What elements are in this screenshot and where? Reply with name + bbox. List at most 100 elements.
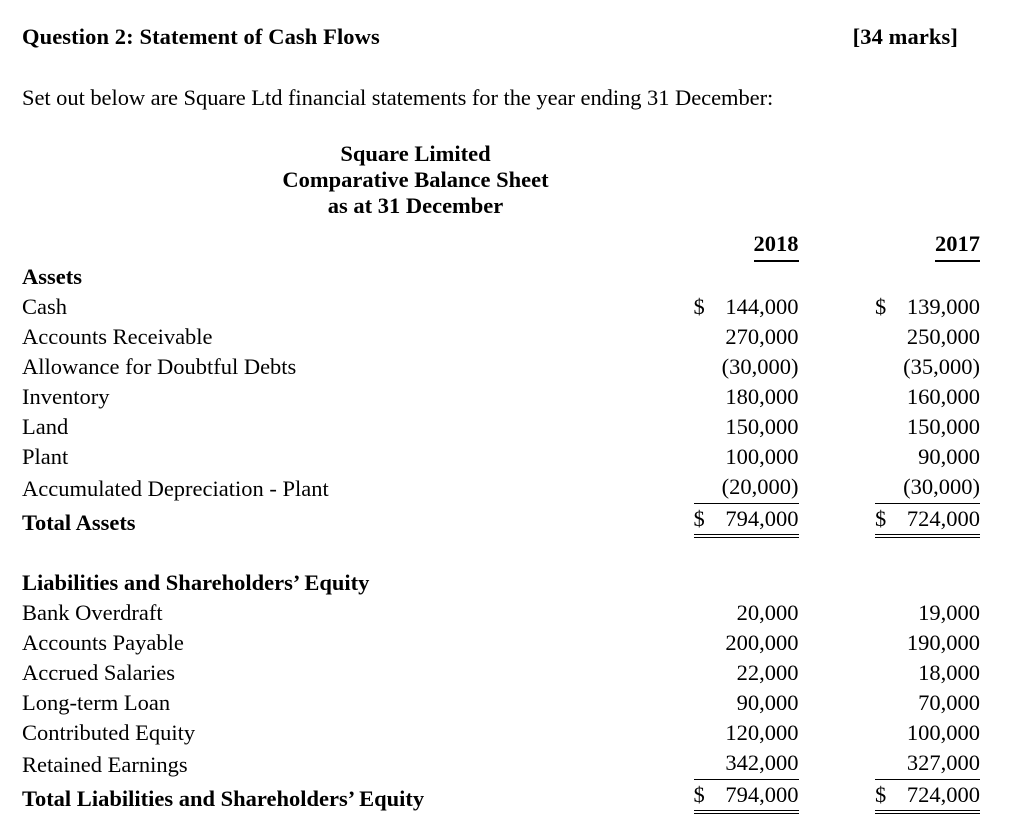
table-row: Long-term Loan 90,000 70,000 [22,688,980,718]
table-row: Accounts Payable 200,000 190,000 [22,628,980,658]
row-label: Accounts Payable [22,630,184,655]
amount-value: 20,000 [736,600,799,625]
row-label: Long-term Loan [22,690,171,715]
year-2017-label: 2017 [935,229,980,262]
amount-value: 90,000 [918,444,980,469]
amount-value: 139,000 [906,294,980,319]
comparative-balance-sheet-table: 2018 2017 Assets Cash $144,000 $139,000 Acco… [22,229,980,814]
table-row: Contributed Equity 120,000 100,000 [22,718,980,748]
intro-paragraph: Set out below are Square Ltd financial s… [22,85,774,110]
amount-value: 794,000 [725,782,799,807]
section-heading-2018-blank [617,262,799,292]
amount-value: 327,000 [906,750,980,775]
currency-symbol: $ [693,782,705,807]
row-amount-2017: 160,000 [799,382,980,412]
row-label: Bank Overdraft [22,600,163,625]
total-amount-2017: $724,000 [799,504,980,538]
row-amount-2018: (30,000) [617,352,799,382]
table-row: Accrued Salaries 22,000 18,000 [22,658,980,688]
row-amount-2018: $144,000 [617,292,799,322]
row-amount-2018: 270,000 [617,322,799,352]
total-row: Total Assets $794,000 $724,000 [22,504,980,538]
amount-value: 794,000 [725,506,799,531]
spacer-row [22,538,980,568]
row-amount-2018: 342,000 [617,748,799,780]
amount-value: 724,000 [906,506,980,531]
amount-value: 70,000 [918,690,980,715]
row-amount-2017: (35,000) [799,352,980,382]
section-heading-2017-blank [799,262,981,292]
statement-heading: Square Limited Comparative Balance Sheet… [22,141,1002,219]
row-label: Accumulated Depreciation - Plant [22,476,329,501]
section-heading: Assets [22,264,82,289]
row-amount-2017: $139,000 [799,292,980,322]
currency-symbol: $ [693,506,705,531]
amount-value: 180,000 [725,384,799,409]
document-page: Question 2: Statement of Cash Flows [34 … [0,0,1024,837]
table-row: Land 150,000 150,000 [22,412,980,442]
table-row: Bank Overdraft 20,000 19,000 [22,598,980,628]
row-amount-2018: 200,000 [617,628,799,658]
amount-value: 120,000 [725,720,799,745]
column-header-row: 2018 2017 [22,229,980,262]
row-amount-2018: 120,000 [617,718,799,748]
amount-value: 100,000 [906,720,980,745]
amount-value: 19,000 [918,600,980,625]
row-amount-2018: (20,000) [617,472,799,504]
amount-value: 200,000 [725,630,799,655]
table-rows-host: Assets Cash $144,000 $139,000 Accounts Recei… [22,262,980,814]
total-amount-2018: $794,000 [617,780,799,814]
section-heading-row: Liabilities and Shareholders’ Equity [22,568,980,598]
amount-value: 724,000 [906,782,980,807]
amount-value: 160,000 [906,384,980,409]
page-title: Question 2: Statement of Cash Flows [22,24,380,49]
section-heading-row: Assets [22,262,980,292]
table-row: Retained Earnings 342,000 327,000 [22,748,980,780]
table-row: Inventory 180,000 160,000 [22,382,980,412]
row-amount-2017: 70,000 [799,688,980,718]
statement-company-name: Square Limited [340,141,491,166]
amount-value: 250,000 [906,324,980,349]
row-amount-2017: 150,000 [799,412,980,442]
amount-value: 270,000 [725,324,799,349]
amount-value: (20,000) [721,474,799,499]
total-amount-2017: $724,000 [799,780,980,814]
table-row: Allowance for Doubtful Debts (30,000) (35,… [22,352,980,382]
total-amount-2018: $794,000 [617,504,799,538]
row-amount-2017: 190,000 [799,628,980,658]
row-label: Cash [22,294,67,319]
table-row: Cash $144,000 $139,000 [22,292,980,322]
marks-badge: [34 marks] [852,24,958,49]
row-amount-2018: 90,000 [617,688,799,718]
section-heading: Liabilities and Shareholders’ Equity [22,570,370,595]
total-row: Total Liabilities and Shareholders’ Equi… [22,780,980,814]
table-row: Accumulated Depreciation - Plant (20,000)… [22,472,980,504]
column-header-2018: 2018 [617,229,799,262]
row-amount-2017: 19,000 [799,598,980,628]
amount-value: 144,000 [725,294,799,319]
row-label: Plant [22,444,69,469]
section-heading-2017-blank [799,568,981,598]
row-label: Allowance for Doubtful Debts [22,354,297,379]
amount-value: 190,000 [906,630,980,655]
amount-value: (35,000) [903,354,980,379]
currency-symbol: $ [875,506,887,531]
row-label: Retained Earnings [22,752,188,777]
row-label: Contributed Equity [22,720,196,745]
row-amount-2017: 250,000 [799,322,980,352]
row-amount-2017: 327,000 [799,748,980,780]
amount-value: 90,000 [736,690,799,715]
row-label: Land [22,414,69,439]
amount-value: 18,000 [918,660,980,685]
section-heading-2018-blank [617,568,799,598]
row-amount-2017: 100,000 [799,718,980,748]
row-amount-2018: 180,000 [617,382,799,412]
column-header-2017: 2017 [799,229,980,262]
amount-value: (30,000) [721,354,799,379]
year-2018-label: 2018 [753,229,799,262]
table-row: Plant 100,000 90,000 [22,442,980,472]
row-amount-2017: (30,000) [799,472,980,504]
row-amount-2017: 90,000 [799,442,980,472]
row-amount-2018: 20,000 [617,598,799,628]
currency-symbol: $ [875,782,887,807]
